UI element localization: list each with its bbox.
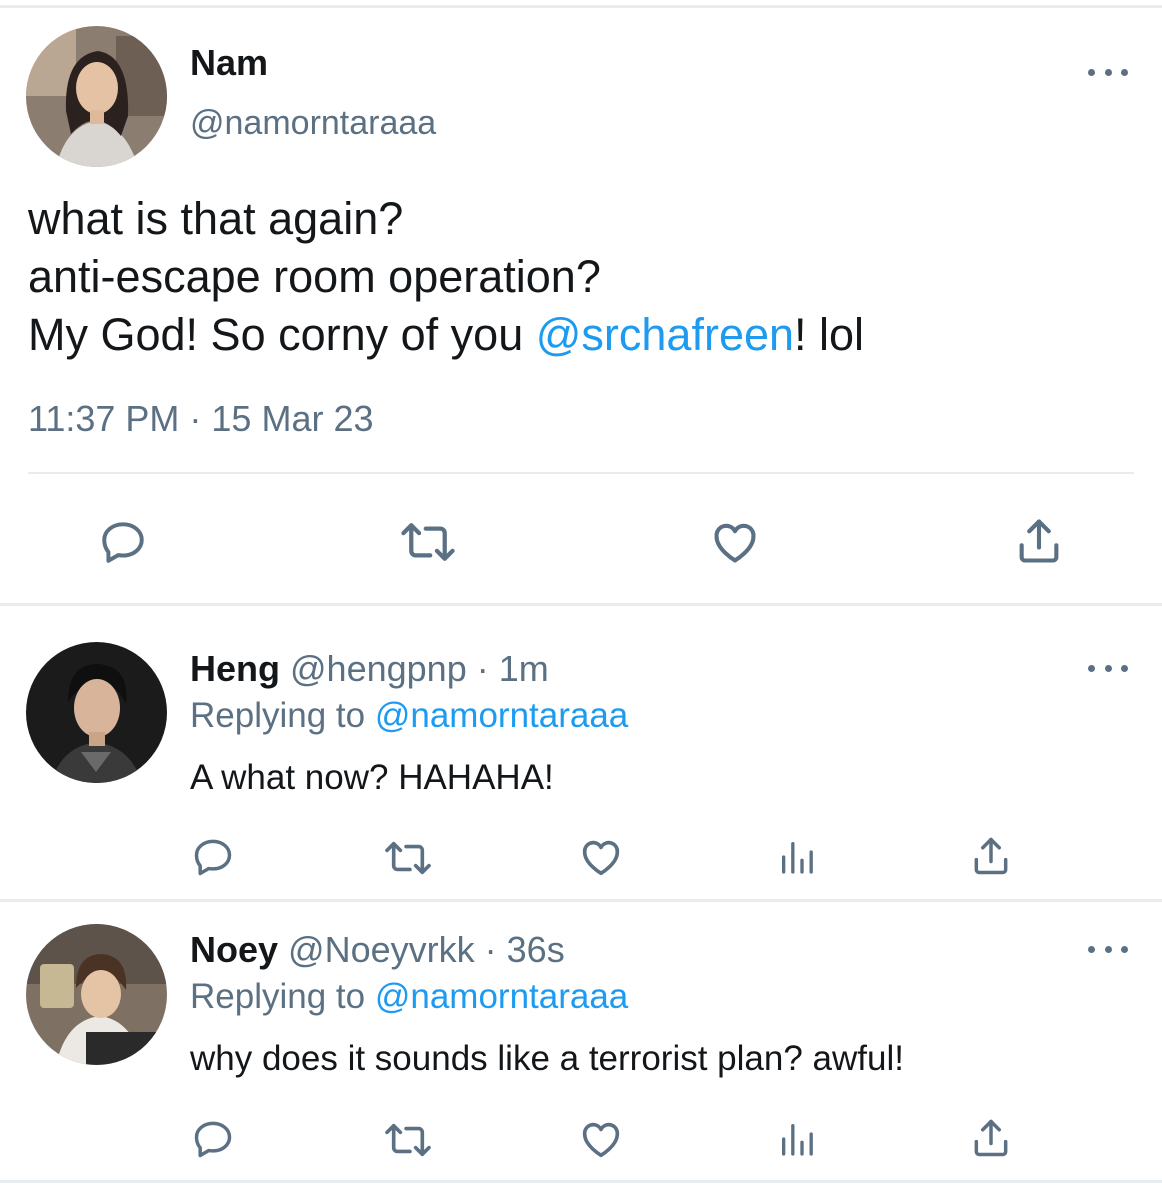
reply-2-replying-to: Replying to @namorntaraaa	[190, 977, 628, 1017]
reply-2-like-icon[interactable]	[578, 1116, 624, 1162]
reply-2-more-icon[interactable]	[1088, 939, 1128, 959]
reply-1-reply-icon[interactable]	[190, 834, 236, 880]
avatar-nam[interactable]	[26, 26, 167, 167]
main-handle[interactable]: @namorntaraaa	[190, 104, 436, 143]
main-text-line-1: what is that again?	[28, 193, 404, 244]
reply-2-header: Noey @Noeyvrkk · 36s	[190, 929, 565, 971]
main-timestamp-divider	[28, 472, 1134, 474]
main-text-line-3: My God! So corny of you @srchafreen! lol	[28, 306, 864, 364]
reply-1-handle[interactable]: @hengpnp	[290, 648, 467, 689]
main-share-icon[interactable]	[1012, 513, 1066, 569]
reply-2-replying-link[interactable]: @namorntaraaa	[375, 977, 628, 1016]
reply-1-like-icon[interactable]	[578, 834, 624, 880]
reply-1-display-name[interactable]: Heng	[190, 648, 280, 689]
main-more-icon[interactable]	[1088, 62, 1128, 82]
divider-before-replies	[0, 603, 1162, 606]
reply-2-reply-icon[interactable]	[190, 1116, 236, 1162]
reply-2-analytics-icon[interactable]	[776, 1118, 818, 1160]
reply-2-share-icon[interactable]	[968, 1114, 1014, 1162]
avatar-heng[interactable]	[26, 642, 167, 783]
reply-1-retweet-icon[interactable]	[382, 836, 434, 880]
reply-1-text: A what now? HAHAHA!	[190, 758, 554, 797]
avatar-noey[interactable]	[26, 924, 167, 1065]
main-tweet-text: what is that again? anti-escape room ope…	[28, 190, 864, 364]
reply-1-more-icon[interactable]	[1088, 658, 1128, 678]
main-display-name[interactable]: Nam	[190, 42, 268, 84]
main-text-line-2: anti-escape room operation?	[28, 251, 601, 302]
divider-between-replies	[0, 899, 1162, 902]
main-like-icon[interactable]	[708, 515, 762, 569]
top-divider	[0, 5, 1162, 8]
reply-1-header: Heng @hengpnp · 1m	[190, 648, 549, 690]
reply-2-time[interactable]: 36s	[507, 929, 565, 970]
reply-1-time[interactable]: 1m	[499, 648, 549, 689]
mention-link[interactable]: @srchafreen	[536, 309, 794, 360]
reply-2-handle[interactable]: @Noeyvrkk	[288, 929, 475, 970]
reply-2-replying-label: Replying to	[190, 977, 375, 1016]
reply-1-separator: ·	[476, 648, 489, 689]
bottom-divider	[0, 1180, 1162, 1183]
reply-1-share-icon[interactable]	[968, 832, 1014, 880]
reply-2-display-name[interactable]: Noey	[190, 929, 278, 970]
reply-1-replying-label: Replying to	[190, 696, 375, 735]
main-text-line-3-end: ! lol	[794, 309, 865, 360]
reply-2-text: why does it sounds like a terrorist plan…	[190, 1039, 904, 1078]
reply-2-retweet-icon[interactable]	[382, 1118, 434, 1162]
reply-1-replying-link[interactable]: @namorntaraaa	[375, 696, 628, 735]
main-text-line-3-start: My God! So corny of you	[28, 309, 536, 360]
reply-1-analytics-icon[interactable]	[776, 836, 818, 878]
main-timestamp[interactable]: 11:37 PM · 15 Mar 23	[28, 398, 374, 440]
main-reply-icon[interactable]	[96, 515, 150, 569]
reply-1-replying-to: Replying to @namorntaraaa	[190, 696, 628, 736]
main-retweet-icon[interactable]	[398, 515, 458, 569]
reply-2-separator: ·	[484, 929, 497, 970]
